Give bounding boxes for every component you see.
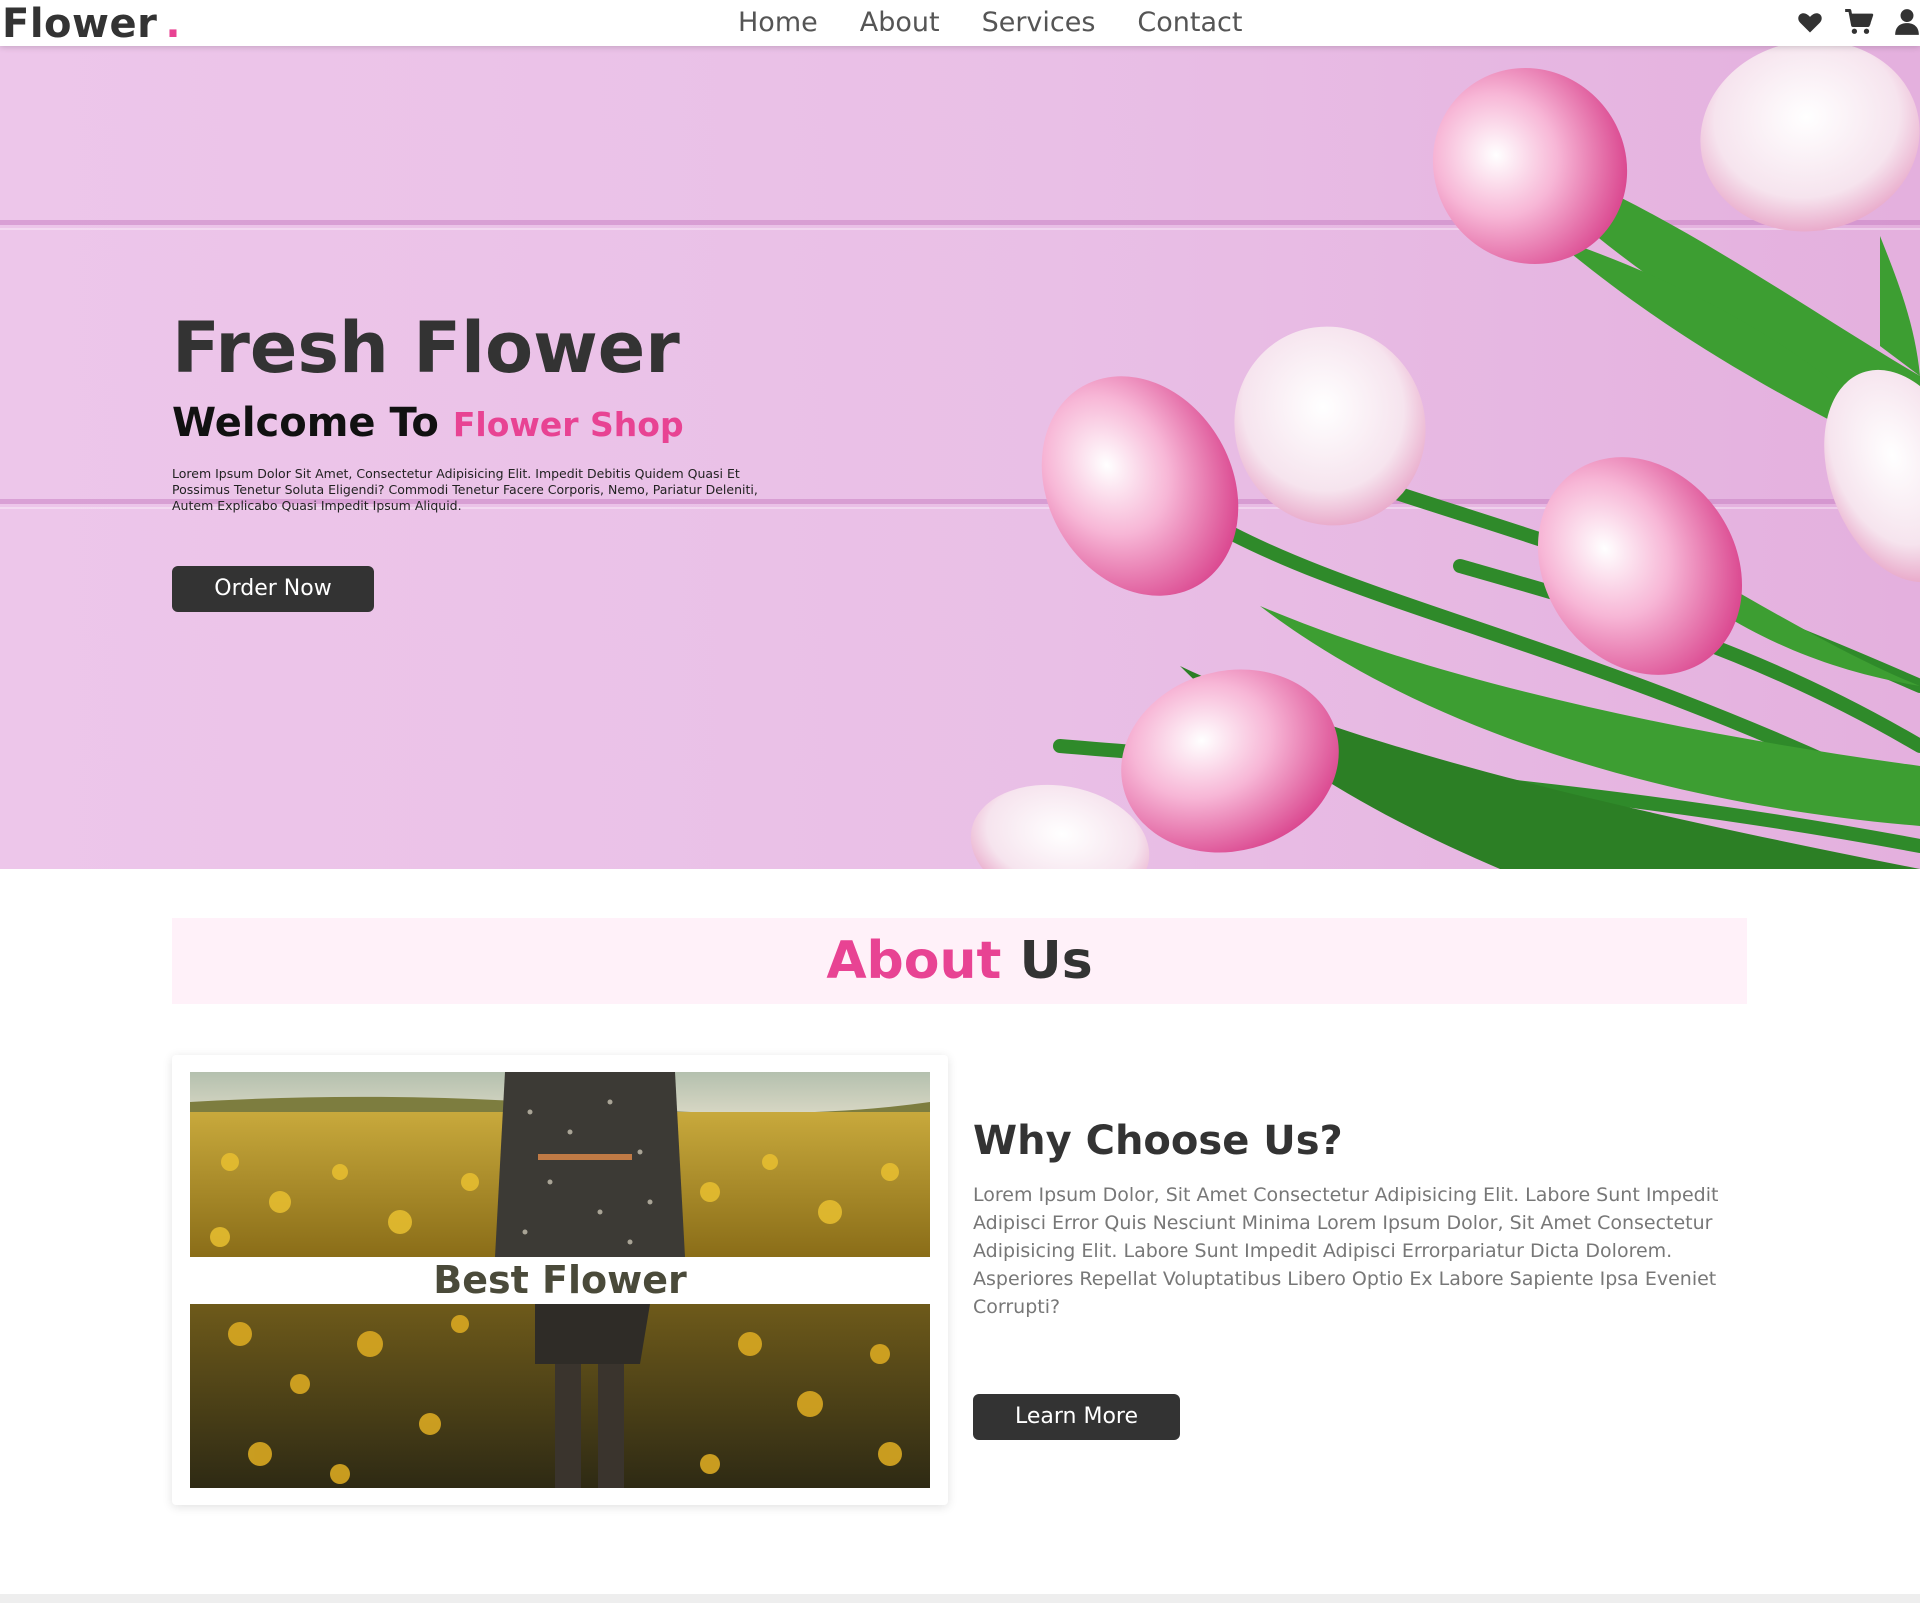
why-description: Lorem Ipsum Dolor, Sit Amet Consectetur … <box>973 1184 1719 1318</box>
why-title: Why Choose Us? <box>973 1118 1343 1164</box>
logo-dot: . <box>165 1 182 47</box>
hero-content: Fresh Flower Welcome To Flower Shop Lore… <box>172 306 792 514</box>
page-bottom-divider <box>0 1594 1920 1603</box>
hero-section: Fresh Flower Welcome To Flower Shop Lore… <box>0 46 1920 869</box>
heart-icon[interactable] <box>1796 8 1824 40</box>
nav-home[interactable]: Home <box>738 0 818 46</box>
field-photo-bottom <box>190 1304 930 1488</box>
order-now-button[interactable]: Order Now <box>172 566 374 612</box>
hero-shop-name: Flower Shop <box>452 405 684 444</box>
cart-icon[interactable] <box>1844 8 1874 40</box>
nav-services[interactable]: Services <box>982 0 1096 46</box>
card-caption: Best Flower <box>433 1258 687 1302</box>
hero-welcome: Welcome To <box>172 400 439 446</box>
learn-more-button[interactable]: Learn More <box>973 1394 1180 1440</box>
user-icon[interactable] <box>1894 8 1920 40</box>
why-choose-us: Why Choose Us? Lorem Ipsum Dolor, Sit Am… <box>973 1115 1733 1321</box>
nav-about[interactable]: About <box>860 0 940 46</box>
field-photo-top <box>190 1072 930 1257</box>
header-icons <box>1776 8 1920 40</box>
about-heading: About Us <box>172 918 1747 1004</box>
hero-description: Lorem Ipsum Dolor Sit Amet, Consectetur … <box>172 466 758 513</box>
hero-title: Fresh Flower <box>172 307 680 389</box>
about-heading-accent: About <box>826 931 1002 991</box>
about-heading-rest: Us <box>1019 931 1093 991</box>
site-header: Flower. Home About Services Contact <box>0 0 1920 47</box>
about-image-card: Best Flower <box>172 1055 948 1505</box>
logo-text: Flower <box>2 1 158 47</box>
hero-subtitle: Welcome To Flower Shop <box>172 398 792 450</box>
nav-contact[interactable]: Contact <box>1137 0 1242 46</box>
logo[interactable]: Flower. <box>2 1 181 47</box>
main-nav: Home About Services Contact <box>738 0 1284 46</box>
